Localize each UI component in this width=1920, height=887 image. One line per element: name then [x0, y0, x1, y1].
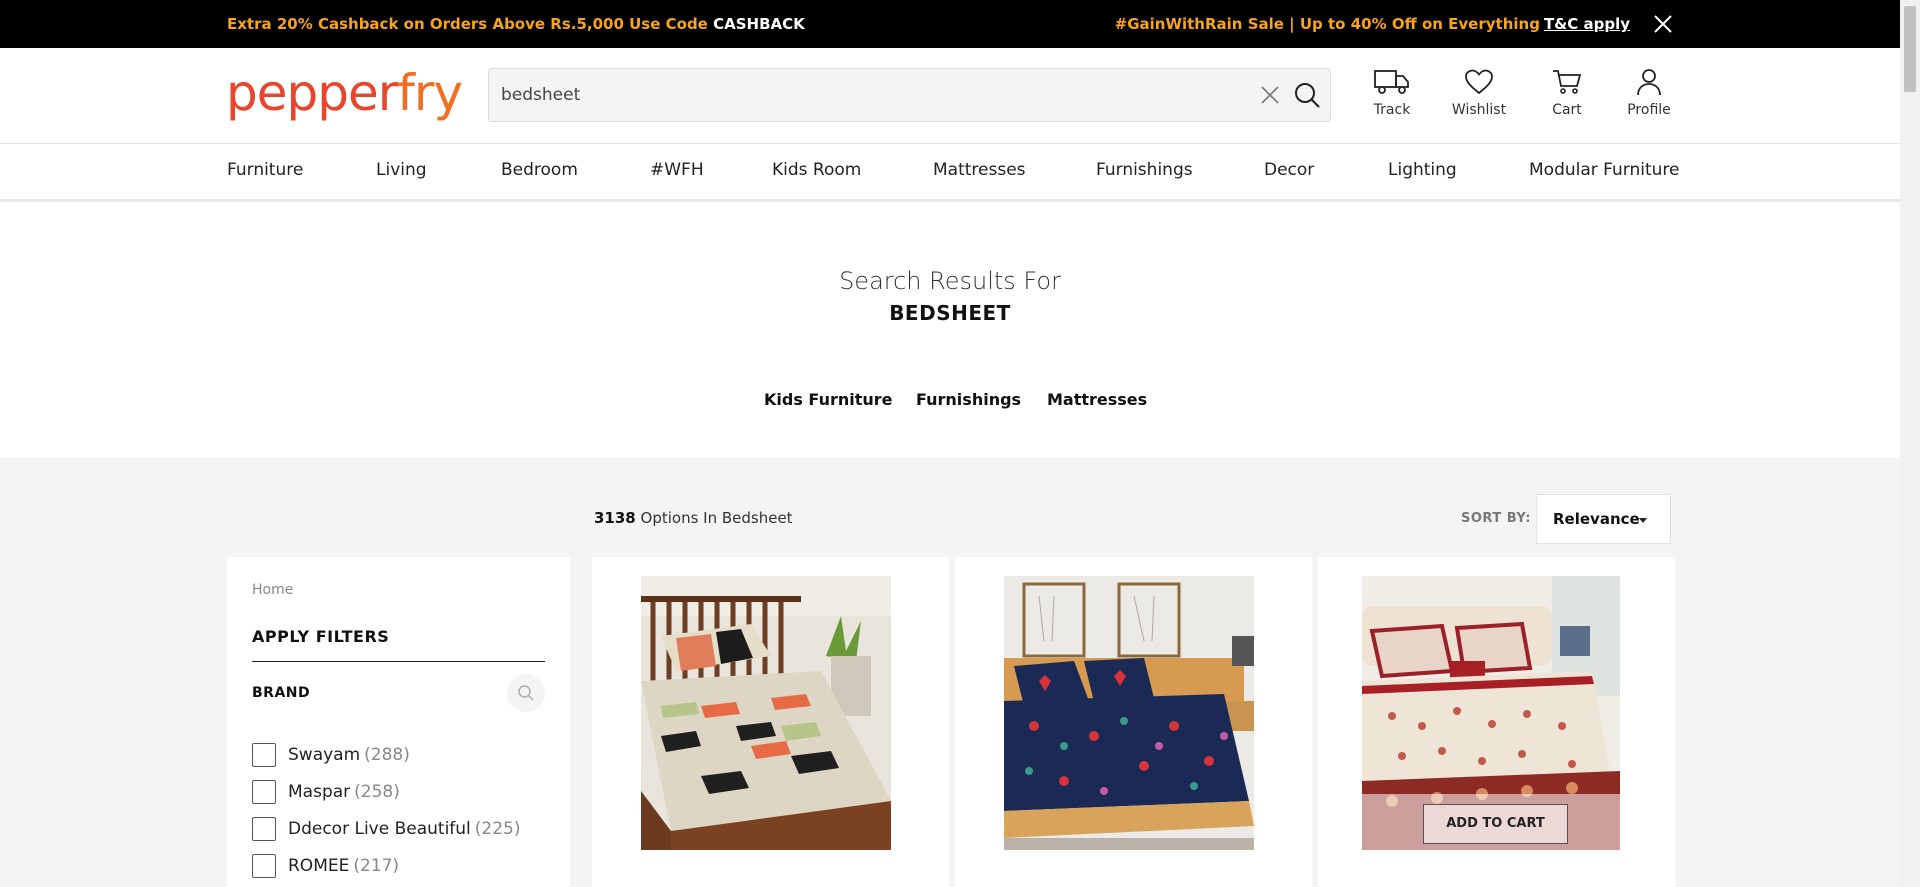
category-link-kids-furniture[interactable]: Kids Furniture: [764, 390, 893, 409]
heart-icon: [1465, 69, 1493, 95]
truck-icon: [1374, 70, 1409, 94]
clear-search-icon[interactable]: [1259, 84, 1281, 106]
search-icon: [518, 685, 534, 701]
brand-name: ROMEE: [288, 856, 350, 876]
results-heading: Search Results For: [839, 267, 1061, 295]
logo-part-fry: fry: [397, 64, 463, 122]
sort-by-label: SORT BY:: [1461, 511, 1531, 526]
sale-text: #GainWithRain Sale | Up to 40% Off on Ev…: [1114, 15, 1540, 33]
checkbox[interactable]: [252, 743, 276, 767]
pepperfry-logo[interactable]: pepperfry: [226, 64, 463, 122]
scrollbar[interactable]: [1900, 0, 1920, 887]
brand-count: (217): [353, 856, 400, 876]
category-nav: Furniture Living Bedroom #WFH Kids Room …: [0, 144, 1900, 202]
nav-item-lighting[interactable]: Lighting: [1388, 160, 1457, 180]
results-count: 3138 Options In Bedsheet: [594, 509, 793, 527]
site-header: pepperfry Track Wishlist C: [0, 48, 1900, 144]
close-icon[interactable]: [1652, 13, 1674, 35]
track-button[interactable]: Track: [1357, 68, 1427, 118]
product-card[interactable]: [592, 557, 949, 887]
breadcrumb-home[interactable]: Home: [252, 582, 293, 598]
add-to-cart-overlay: ADD TO CART: [1362, 794, 1620, 850]
results-count-label: Options In Bedsheet: [635, 509, 793, 527]
sort-dropdown[interactable]: Relevance: [1536, 494, 1671, 544]
brand-filter-title: BRAND: [252, 685, 311, 701]
brand-count: (258): [354, 782, 400, 802]
promo-code: CASHBACK: [713, 15, 805, 33]
tc-apply-link[interactable]: T&C apply: [1544, 15, 1630, 33]
scrollbar-thumb[interactable]: [1904, 6, 1916, 92]
checkbox[interactable]: [252, 780, 276, 804]
wishlist-button[interactable]: Wishlist: [1444, 68, 1514, 118]
brand-name: Maspar: [288, 782, 351, 802]
product-card[interactable]: ADD TO CART: [1318, 557, 1675, 887]
product-image[interactable]: [1004, 576, 1254, 850]
promo-bar: Extra 20% Cashback on Orders Above Rs.5,…: [0, 0, 1900, 48]
nav-item-furnishings[interactable]: Furnishings: [1096, 160, 1193, 180]
cart-button[interactable]: Cart: [1532, 68, 1602, 118]
product-image[interactable]: [641, 576, 891, 850]
product-card[interactable]: [955, 557, 1312, 887]
results-count-number: 3138: [594, 509, 636, 527]
user-icon: [1637, 69, 1661, 96]
nav-item-kids-room[interactable]: Kids Room: [772, 160, 861, 180]
brand-count: (225): [474, 819, 521, 839]
chevron-down-icon: [1639, 518, 1647, 523]
filter-panel: Home APPLY FILTERS BRAND Swayam (288) Mas…: [227, 557, 570, 887]
nav-item-furniture[interactable]: Furniture: [227, 160, 303, 180]
add-to-cart-button[interactable]: ADD TO CART: [1423, 804, 1568, 844]
sale-promo: #GainWithRain Sale | Up to 40% Off on Ev…: [1115, 15, 1630, 33]
nav-item-modular-furniture[interactable]: Modular Furniture: [1529, 160, 1680, 180]
track-label: Track: [1373, 102, 1411, 118]
cashback-promo: Extra 20% Cashback on Orders Above Rs.5,…: [227, 15, 805, 33]
apply-filters-title: APPLY FILTERS: [252, 627, 390, 646]
brand-count: (288): [364, 745, 410, 765]
divider: [252, 661, 545, 662]
search-icon[interactable]: [1293, 81, 1321, 109]
product-image-wrapper[interactable]: ADD TO CART: [1362, 576, 1620, 850]
nav-item-bedroom[interactable]: Bedroom: [501, 160, 578, 180]
profile-label: Profile: [1627, 102, 1671, 118]
brand-name: Swayam: [288, 745, 361, 765]
cart-label: Cart: [1552, 102, 1582, 118]
nav-item-decor[interactable]: Decor: [1264, 160, 1314, 180]
category-link-mattresses[interactable]: Mattresses: [1047, 390, 1147, 409]
checkbox[interactable]: [252, 817, 276, 841]
cart-icon: [1553, 70, 1582, 94]
category-link-furnishings[interactable]: Furnishings: [916, 390, 1021, 409]
search-bar: [488, 68, 1331, 122]
search-input[interactable]: [501, 79, 1221, 111]
wishlist-label: Wishlist: [1451, 102, 1507, 118]
logo-part-pepper: pepper: [226, 64, 398, 122]
sort-value: Relevance: [1553, 510, 1640, 528]
profile-button[interactable]: Profile: [1614, 68, 1684, 118]
nav-item-mattresses[interactable]: Mattresses: [933, 160, 1026, 180]
results-term: BEDSHEET: [889, 301, 1011, 325]
cashback-text: Extra 20% Cashback on Orders Above Rs.5,…: [227, 15, 714, 33]
nav-item-wfh[interactable]: #WFH: [650, 160, 704, 180]
brand-search-button[interactable]: [507, 674, 545, 712]
checkbox[interactable]: [252, 854, 276, 878]
nav-item-living[interactable]: Living: [376, 160, 427, 180]
brand-name: Ddecor Live Beautiful: [288, 819, 471, 839]
